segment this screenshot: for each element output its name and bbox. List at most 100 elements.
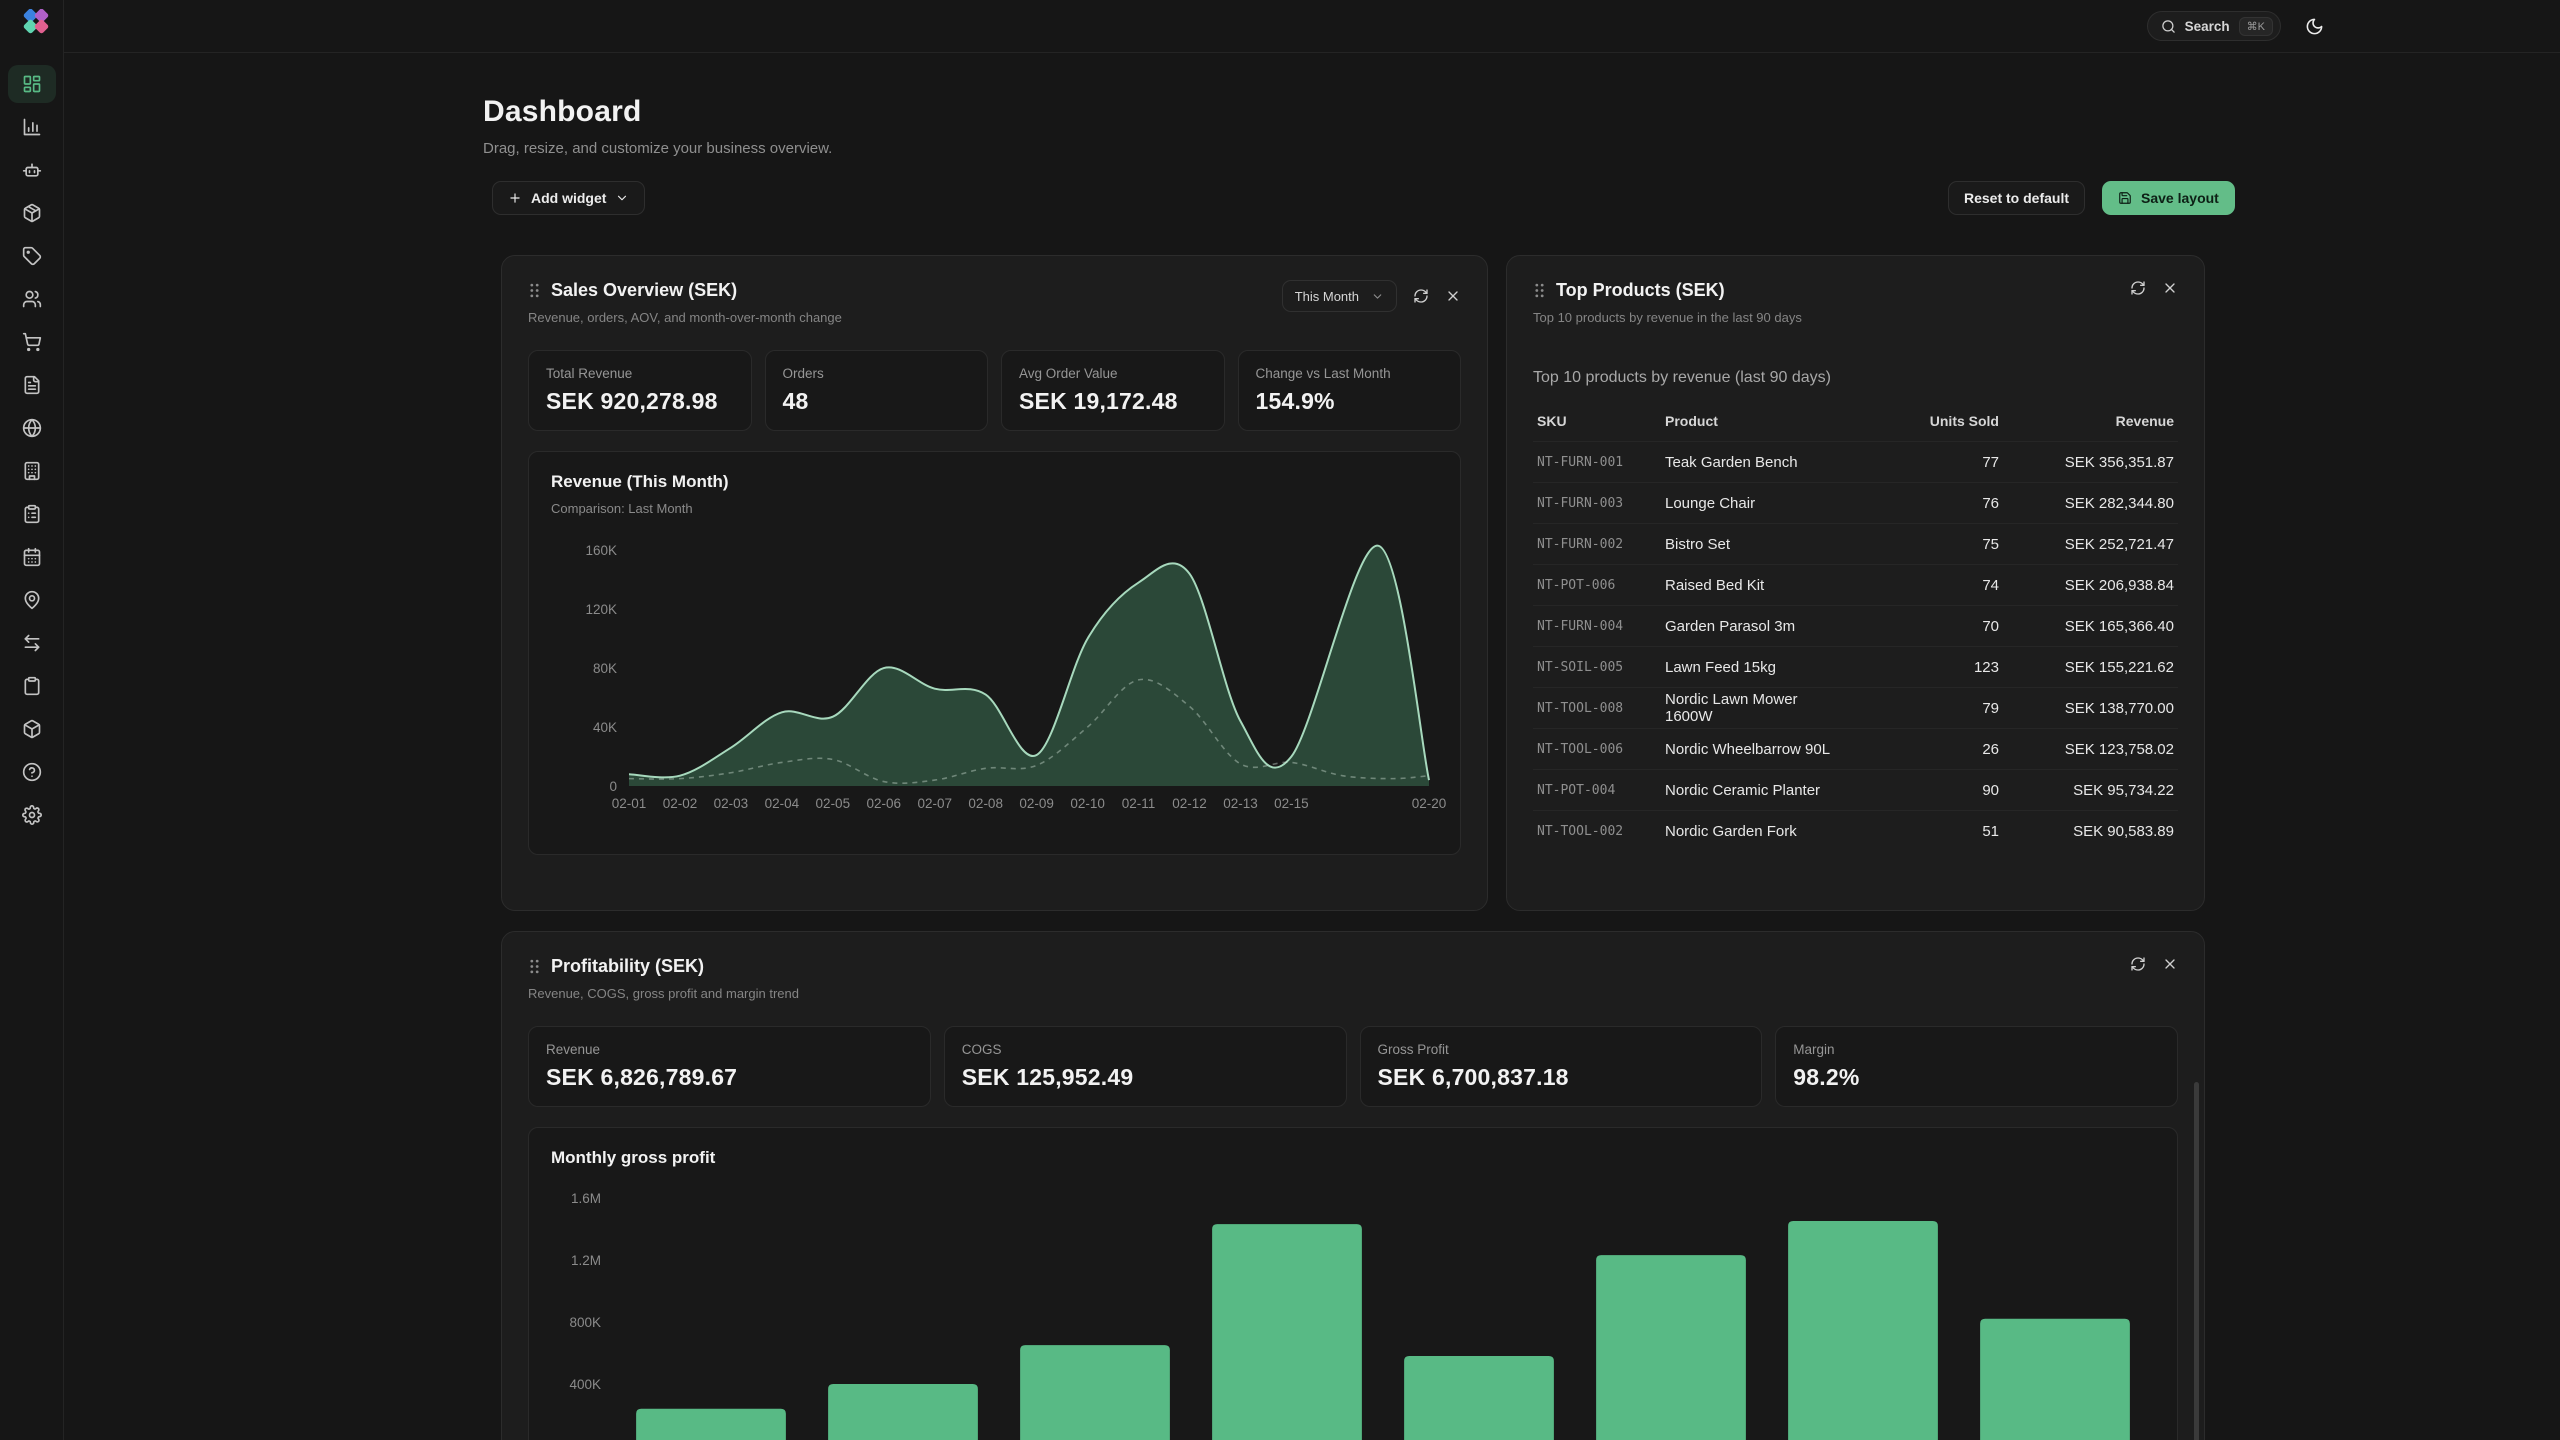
- stat-value: 154.9%: [1256, 388, 1444, 415]
- sidebar-item-assistant[interactable]: [8, 151, 56, 189]
- table-row: NT-FURN-001Teak Garden Bench77SEK 356,35…: [1533, 442, 2178, 483]
- widget-title: Profitability (SEK): [551, 956, 704, 977]
- stat-card-gross-profit: Gross Profit SEK 6,700,837.18: [1360, 1026, 1763, 1107]
- sidebar-item-analytics[interactable]: [8, 108, 56, 146]
- theme-toggle-button[interactable]: [2305, 17, 2324, 36]
- add-widget-label: Add widget: [531, 190, 606, 206]
- close-icon: [2162, 280, 2178, 296]
- add-widget-button[interactable]: Add widget: [492, 181, 645, 215]
- sidebar-item-transfers[interactable]: [8, 624, 56, 662]
- stat-label: COGS: [962, 1042, 1329, 1057]
- calendar-icon: [22, 547, 42, 567]
- grip-icon: [528, 959, 541, 974]
- drag-handle[interactable]: [528, 283, 541, 298]
- bar-chart-icon: [22, 117, 42, 137]
- widget-scrollbar[interactable]: [2194, 1082, 2199, 1440]
- page-subtitle: Drag, resize, and customize your busines…: [483, 140, 832, 157]
- sidebar-item-documents[interactable]: [8, 366, 56, 404]
- sidebar-item-calendar[interactable]: [8, 538, 56, 576]
- svg-text:1.2M: 1.2M: [571, 1253, 601, 1268]
- map-pin-icon: [22, 590, 42, 610]
- svg-text:02-01: 02-01: [612, 796, 647, 811]
- svg-text:80K: 80K: [593, 661, 617, 676]
- column-header-sku: SKU: [1533, 403, 1661, 442]
- svg-text:02-07: 02-07: [917, 796, 952, 811]
- stat-card-revenue: Revenue SEK 6,826,789.67: [528, 1026, 931, 1107]
- sidebar-item-locations[interactable]: [8, 581, 56, 619]
- stat-label: Change vs Last Month: [1256, 366, 1444, 381]
- widget-subtitle: Revenue, orders, AOV, and month-over-mon…: [528, 310, 842, 325]
- sidebar-item-dashboard[interactable]: [8, 65, 56, 103]
- drag-handle[interactable]: [1533, 283, 1546, 298]
- sidebar-item-web[interactable]: [8, 409, 56, 447]
- sidebar-item-company[interactable]: [8, 452, 56, 490]
- refresh-icon: [2130, 280, 2146, 296]
- app-logo[interactable]: [15, 9, 49, 43]
- globe-icon: [22, 418, 42, 438]
- widget-subtitle: Revenue, COGS, gross profit and margin t…: [528, 986, 799, 1001]
- stat-card-aov: Avg Order Value SEK 19,172.48: [1001, 350, 1225, 431]
- stat-card-change: Change vs Last Month 154.9%: [1238, 350, 1462, 431]
- close-widget-button[interactable]: [2162, 956, 2178, 972]
- refresh-button[interactable]: [1413, 288, 1429, 304]
- svg-text:02-05: 02-05: [816, 796, 851, 811]
- close-widget-button[interactable]: [2162, 280, 2178, 296]
- stat-value: SEK 19,172.48: [1019, 388, 1207, 415]
- sidebar-item-products[interactable]: [8, 194, 56, 232]
- sidebar: [0, 0, 64, 1440]
- stat-card-orders: Orders 48: [765, 350, 989, 431]
- robot-icon: [22, 160, 42, 180]
- search-button[interactable]: Search ⌘K: [2147, 11, 2281, 41]
- sidebar-item-customers[interactable]: [8, 280, 56, 318]
- svg-text:02-09: 02-09: [1019, 796, 1054, 811]
- drag-handle[interactable]: [528, 959, 541, 974]
- svg-text:02-04: 02-04: [765, 796, 800, 811]
- top-products-table: SKU Product Units Sold Revenue NT-FURN-0…: [1533, 403, 2178, 852]
- cart-icon: [22, 332, 42, 352]
- sidebar-item-help[interactable]: [8, 753, 56, 791]
- svg-text:02-03: 02-03: [714, 796, 749, 811]
- reset-to-default-button[interactable]: Reset to default: [1948, 181, 2085, 215]
- svg-text:40K: 40K: [593, 720, 617, 735]
- search-label: Search: [2185, 19, 2230, 34]
- stat-label: Revenue: [546, 1042, 913, 1057]
- revenue-area-chart: 040K80K120K160K02-0102-0202-0302-0402-05…: [551, 520, 1439, 820]
- chevron-down-icon: [615, 191, 629, 205]
- search-icon: [2161, 19, 2176, 34]
- building-icon: [22, 461, 42, 481]
- chart-subtitle: Comparison: Last Month: [551, 501, 1438, 516]
- refresh-icon: [1413, 288, 1429, 304]
- refresh-button[interactable]: [2130, 280, 2146, 296]
- svg-text:1.6M: 1.6M: [571, 1191, 601, 1206]
- sidebar-item-tasks[interactable]: [8, 495, 56, 533]
- save-layout-label: Save layout: [2141, 190, 2219, 206]
- sidebar-item-notes[interactable]: [8, 667, 56, 705]
- main-content: Dashboard Drag, resize, and customize yo…: [64, 53, 2560, 1440]
- period-select[interactable]: This Month: [1282, 280, 1397, 312]
- sidebar-item-settings[interactable]: [8, 796, 56, 834]
- table-row: NT-FURN-002Bistro Set75SEK 252,721.47: [1533, 524, 2178, 565]
- clipboard-list-icon: [22, 504, 42, 524]
- svg-text:02-02: 02-02: [663, 796, 698, 811]
- refresh-button[interactable]: [2130, 956, 2146, 972]
- sidebar-item-inventory[interactable]: [8, 710, 56, 748]
- column-header-revenue: Revenue: [2003, 403, 2178, 442]
- gear-icon: [22, 805, 42, 825]
- sidebar-item-pricing[interactable]: [8, 237, 56, 275]
- stat-value: 98.2%: [1793, 1064, 2160, 1091]
- close-icon: [1445, 288, 1461, 304]
- save-layout-button[interactable]: Save layout: [2102, 181, 2235, 215]
- table-row: NT-TOOL-008Nordic Lawn Mower 1600W79SEK …: [1533, 688, 2178, 729]
- close-icon: [2162, 956, 2178, 972]
- close-widget-button[interactable]: [1445, 288, 1461, 304]
- widget-subtitle: Top 10 products by revenue in the last 9…: [1533, 310, 1802, 325]
- grip-icon: [1533, 283, 1546, 298]
- svg-text:02-08: 02-08: [968, 796, 1003, 811]
- svg-text:02-10: 02-10: [1070, 796, 1105, 811]
- svg-text:02-11: 02-11: [1122, 796, 1156, 811]
- svg-text:02-06: 02-06: [867, 796, 902, 811]
- sidebar-item-orders[interactable]: [8, 323, 56, 361]
- svg-text:400K: 400K: [569, 1377, 601, 1392]
- gross-profit-bar-chart: 0400K800K1.2M1.6MJul '25Aug '25Sep '25Oc…: [551, 1184, 2159, 1440]
- refresh-icon: [2130, 956, 2146, 972]
